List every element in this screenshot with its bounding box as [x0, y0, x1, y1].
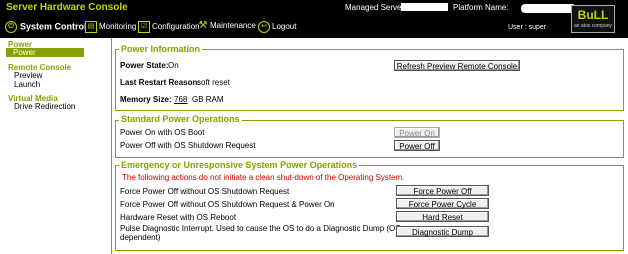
redacted-platform-name: [521, 4, 576, 13]
power-icon: ⏻: [5, 21, 17, 33]
diagnostic-dump-button[interactable]: Diagnostic Dump: [396, 226, 489, 237]
force-power-cycle-description: Force Power Off without OS Shutdown Requ…: [120, 200, 335, 209]
nav-maintenance-label: Maintenance: [210, 21, 256, 31]
sidebar-item-preview[interactable]: Preview: [14, 71, 42, 80]
platform-name-label: Platform Name:: [453, 3, 509, 12]
sidebar-divider: [111, 38, 112, 254]
power-info-title: Power Information: [119, 44, 203, 54]
emergency-warning: The following actions do not initiate a …: [122, 173, 405, 182]
nav-configuration-label: Configuration: [152, 22, 200, 32]
refresh-preview-button[interactable]: Refresh Preview Remote Console: [394, 60, 520, 71]
checklist-icon: ☑: [138, 21, 150, 33]
standard-ops-panel: [115, 120, 624, 158]
title-bar: Server Hardware Console Managed Server P…: [0, 0, 628, 17]
nav-system-control[interactable]: ⏻ System Control: [5, 21, 87, 33]
redacted-server-name: [401, 3, 448, 11]
force-power-off-description: Force Power Off without OS Shutdown Requ…: [120, 187, 290, 196]
nav-monitoring-label: Monitoring: [99, 22, 137, 32]
logo-text: BuLL: [577, 8, 609, 22]
nav-maintenance[interactable]: ⚒ Maintenance: [198, 21, 256, 31]
logo-subtext: an atos company: [573, 23, 613, 29]
force-power-off-button[interactable]: Force Power Off: [396, 185, 489, 196]
power-on-description: Power On with OS Boot: [120, 128, 205, 137]
sidebar-item-power-management[interactable]: Power Management: [6, 48, 84, 66]
nav-configuration[interactable]: ☑ Configuration: [138, 21, 200, 33]
app-title: Server Hardware Console: [6, 2, 128, 13]
restart-reason-label: Last Restart Reason:: [120, 78, 201, 87]
power-off-description: Power Off with OS Shutdown Request: [120, 141, 256, 150]
hard-reset-description: Hardware Reset with OS Reboot: [120, 213, 237, 222]
nav-logout-label: Logout: [272, 22, 297, 32]
sidebar-item-launch[interactable]: Launch: [14, 80, 40, 89]
power-state-label: Power State:: [120, 61, 169, 70]
restart-reason-value: soft reset: [197, 78, 230, 87]
emergency-ops-title: Emergency or Unresponsive System Power O…: [119, 160, 360, 170]
nav-bar: ⏻ System Control ▤ Monitoring ☑ Configurati…: [0, 17, 628, 38]
memory-size-unit: GB RAM: [192, 95, 224, 104]
hard-reset-button[interactable]: Hard Reset: [396, 211, 489, 222]
power-state-value: On: [168, 61, 179, 70]
managed-server-label: Managed Server: [345, 3, 405, 12]
power-on-button[interactable]: Power On: [394, 127, 440, 138]
memory-size-value: 768: [174, 95, 188, 104]
user-indicator: User : super: [508, 24, 547, 31]
nav-logout[interactable]: ↩ Logout: [258, 21, 296, 33]
sidebar: Power Power Management Remote Console Pr…: [0, 38, 111, 254]
monitor-icon: ▤: [85, 21, 97, 33]
logout-icon: ↩: [258, 21, 270, 33]
power-off-button[interactable]: Power Off: [394, 140, 440, 151]
force-power-cycle-button[interactable]: Force Power Cycle: [396, 198, 489, 209]
diagnostic-dump-description-line1: Pulse Diagnostic Interrupt. Used to caus…: [120, 224, 401, 233]
nav-monitoring[interactable]: ▤ Monitoring: [85, 21, 136, 33]
sidebar-item-drive-redirection[interactable]: Drive Redirection: [14, 102, 75, 111]
memory-size-label: Memory Size:: [120, 95, 172, 104]
diagnostic-dump-description-line2: dependent): [120, 233, 161, 242]
tools-icon: ⚒: [198, 20, 208, 31]
standard-ops-title: Standard Power Operations: [119, 114, 242, 124]
nav-system-control-label: System Control: [20, 21, 87, 32]
brand-logo: BuLL an atos company: [571, 5, 615, 33]
